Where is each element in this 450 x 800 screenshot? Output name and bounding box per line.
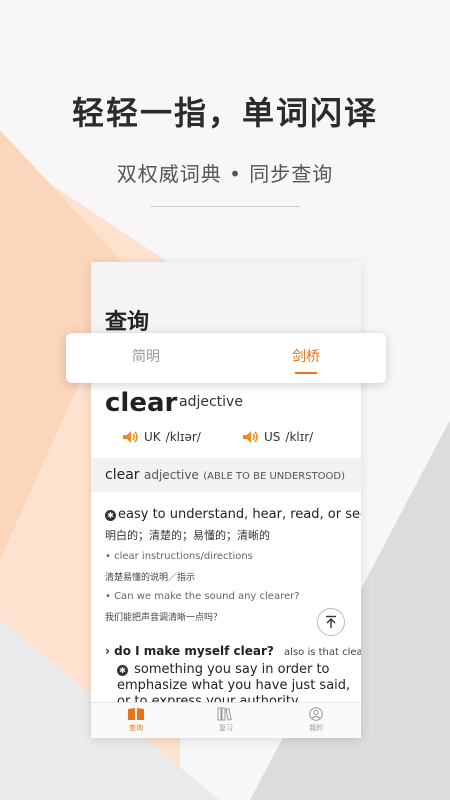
tab-cambridge[interactable]: 剑桥 — [226, 333, 386, 383]
books-icon — [217, 707, 232, 721]
example-en: • clear instructions/directions — [105, 551, 253, 562]
definition-zh: 明白的；清楚的；易懂的；清晰的 — [105, 529, 270, 542]
entry-header: clear adjective (ABLE TO BE UNDERSTOOD) — [91, 458, 361, 492]
nav-item-review[interactable]: 复习 — [181, 703, 271, 738]
us-ipa: /klɪr/ — [285, 430, 314, 444]
uk-ipa: /klɪər/ — [165, 430, 201, 444]
entry-pos: adjective — [144, 468, 199, 482]
scroll-top-button[interactable] — [317, 608, 345, 636]
bottom-nav: 查询 复习 我的 — [91, 702, 361, 738]
page-title: 查询 — [105, 310, 150, 335]
uk-label: UK — [144, 430, 161, 444]
us-label: US — [264, 430, 281, 444]
star-icon: ✱ — [105, 510, 116, 521]
speaker-icon[interactable] — [243, 431, 259, 443]
pronunciation-us[interactable]: US /klɪr/ — [243, 430, 313, 444]
book-icon — [128, 708, 144, 720]
part-of-speech: adjective — [179, 394, 243, 410]
pronunciation-uk[interactable]: UK /klɪər/ — [123, 430, 201, 444]
definition-en: easy to understand, hear, read, or see — [118, 507, 361, 522]
chevron-right-icon: › — [105, 644, 110, 658]
nav-item-query[interactable]: 查询 — [91, 703, 181, 738]
headword: clear — [105, 388, 178, 418]
entry-guideword: (ABLE TO BE UNDERSTOOD) — [203, 471, 346, 482]
divider — [150, 206, 300, 207]
entry-word: clear — [105, 467, 140, 483]
nav-item-profile[interactable]: 我的 — [271, 703, 361, 738]
user-icon — [309, 707, 323, 721]
definition-block: ✱ easy to understand, hear, read, or see … — [105, 506, 361, 623]
star-icon: ✱ — [117, 665, 128, 676]
idiom-block: › do I make myself clear? also is that c… — [105, 644, 361, 710]
dictionary-tabs: 简明 剑桥 — [66, 333, 386, 383]
example-en: • Can we make the sound any clearer? — [105, 591, 300, 602]
idiom-phrase: do I make myself clear? — [114, 644, 274, 658]
arrow-up-icon — [326, 615, 336, 628]
speaker-icon[interactable] — [123, 431, 139, 443]
tab-concise[interactable]: 简明 — [66, 333, 226, 383]
idiom-also: also is that clear? — [284, 647, 361, 658]
example-zh: 清楚易懂的说明／指示 — [105, 573, 196, 583]
promo-headline: 轻轻一指，单词闪译 — [71, 94, 378, 132]
promo-subline: 双权威词典 • 同步查询 — [116, 162, 334, 186]
